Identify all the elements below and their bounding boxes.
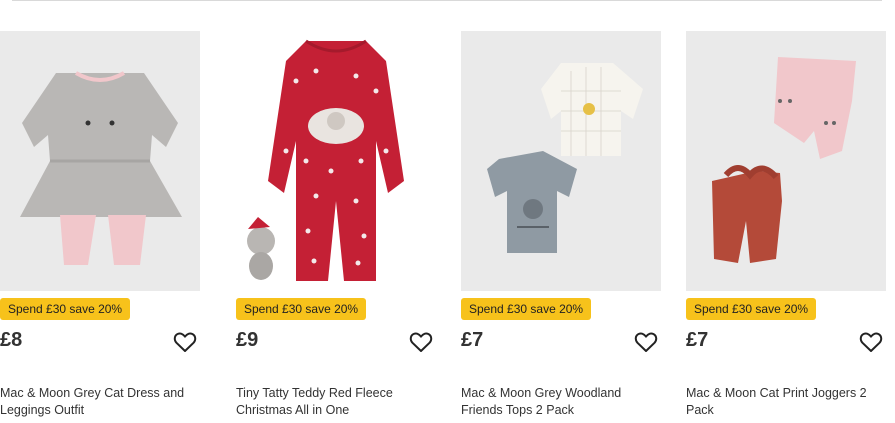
product-image[interactable]: [0, 31, 200, 291]
promo-badge: Spend £30 save 20%: [236, 298, 367, 320]
product-price: £7: [686, 329, 709, 351]
wishlist-button[interactable]: [634, 331, 658, 353]
top-divider: [12, 0, 882, 1]
promo-badge: Spend £30 save 20%: [0, 298, 131, 320]
heart-outline-icon: [409, 332, 433, 352]
heart-outline-icon: [173, 332, 197, 352]
product-image[interactable]: [686, 31, 886, 291]
tops-two-pack-image: [487, 63, 643, 253]
heart-outline-icon: [859, 332, 883, 352]
product-card[interactable]: Spend £30 save 20% £8 Mac & Moon Grey Ca…: [0, 31, 200, 423]
product-card[interactable]: Spend £30 save 20% £7 Mac & Moon Grey Wo…: [461, 31, 661, 423]
product-title-link[interactable]: Tiny Tatty Teddy Red Fleece Christmas Al…: [236, 385, 436, 419]
promo-badge: Spend £30 save 20%: [686, 298, 817, 320]
product-price: £7: [461, 329, 484, 351]
dress-and-leggings-image: [20, 71, 182, 265]
product-card[interactable]: Spend £30 save 20% £9 Tiny Tatty Teddy R…: [236, 31, 436, 423]
promo-badge: Spend £30 save 20%: [461, 298, 592, 320]
product-title-link[interactable]: Mac & Moon Grey Cat Dress and Leggings O…: [0, 385, 200, 419]
product-image[interactable]: [461, 31, 661, 291]
product-image[interactable]: [236, 31, 436, 291]
wishlist-button[interactable]: [173, 331, 197, 353]
wishlist-button[interactable]: [859, 331, 883, 353]
wishlist-button[interactable]: [409, 331, 433, 353]
product-title-link[interactable]: Mac & Moon Grey Woodland Friends Tops 2 …: [461, 385, 661, 419]
product-price: £9: [236, 329, 259, 351]
product-price: £8: [0, 329, 23, 351]
red-sleepsuit-image: [247, 39, 404, 281]
product-title-link[interactable]: Mac & Moon Cat Print Joggers 2 Pack: [686, 385, 886, 419]
joggers-two-pack-image: [712, 57, 856, 263]
product-card[interactable]: Spend £30 save 20% £7 Mac & Moon Cat Pri…: [686, 31, 886, 423]
heart-outline-icon: [634, 332, 658, 352]
